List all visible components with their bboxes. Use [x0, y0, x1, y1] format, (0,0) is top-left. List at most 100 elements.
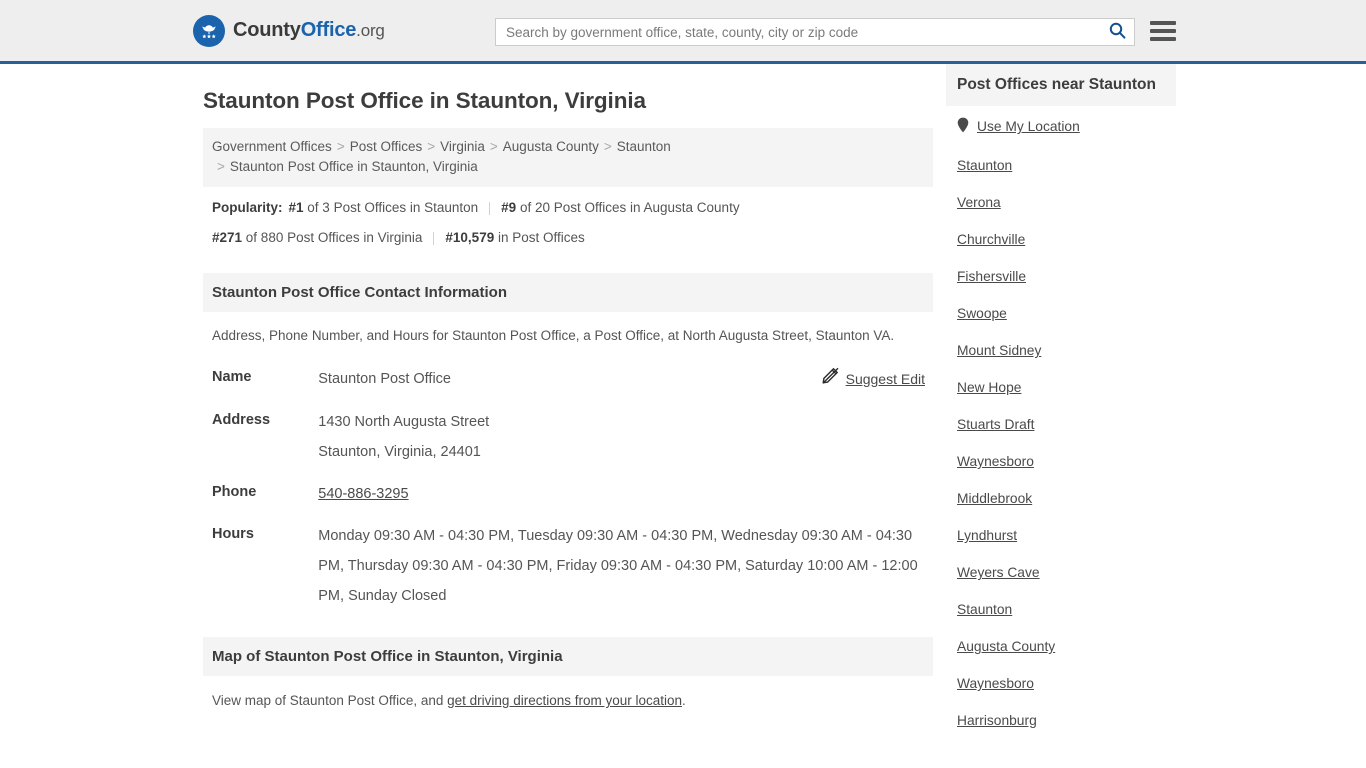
hamburger-menu-icon[interactable]: [1150, 18, 1176, 44]
row-value-phone: 540-886-3295: [318, 473, 933, 515]
sidebar: Post Offices near Staunton Use My Locati…: [946, 64, 1176, 739]
table-row: Name Staunton Post Office Suggest Edit: [203, 358, 933, 401]
breadcrumb: Government Offices > Post Offices > Virginia…: [203, 128, 933, 187]
sidebar-item-mount-sidney[interactable]: Mount Sidney: [957, 343, 1041, 358]
row-label-address: Address: [212, 412, 271, 428]
list-item: Middlebrook: [946, 480, 1176, 517]
row-label-phone: Phone: [212, 484, 257, 500]
sidebar-item-middlebrook[interactable]: Middlebrook: [957, 491, 1032, 506]
popularity-item-0: #1 of 3 Post Offices in Staunton: [289, 200, 479, 215]
menu-bar-3: [1150, 37, 1176, 41]
breadcrumb-separator: >: [217, 159, 225, 174]
sidebar-item-swoope[interactable]: Swoope: [957, 306, 1007, 321]
brand-word-county: County: [233, 19, 301, 41]
popularity-label: Popularity:: [212, 200, 283, 215]
sidebar-item-new-hope[interactable]: New Hope: [957, 380, 1021, 395]
row-value-address: 1430 North Augusta Street Staunton, Virg…: [318, 401, 933, 473]
list-item-use-my-location: Use My Location: [946, 106, 1176, 147]
breadcrumb-item-4[interactable]: Staunton: [617, 139, 671, 154]
sidebar-item-lyndhurst[interactable]: Lyndhurst: [957, 528, 1017, 543]
menu-bar-2: [1150, 29, 1176, 33]
list-item: Harrisonburg: [946, 702, 1176, 739]
list-item: Staunton: [946, 147, 1176, 184]
map-note-prefix: View map of Staunton Post Office, and: [212, 693, 448, 708]
suggest-edit-label: Suggest Edit: [845, 371, 925, 387]
breadcrumb-item-2[interactable]: Virginia: [440, 139, 485, 154]
list-item: Waynesboro: [946, 665, 1176, 702]
address-line-1: 1430 North Augusta Street: [318, 414, 490, 430]
breadcrumb-item-1[interactable]: Post Offices: [350, 139, 423, 154]
table-row: Hours Monday 09:30 AM - 04:30 PM, Tuesda…: [203, 515, 933, 617]
list-item: Stuarts Draft: [946, 406, 1176, 443]
popularity-ranks: Popularity: #1 of 3 Post Offices in Staun…: [203, 187, 933, 253]
contact-section-description: Address, Phone Number, and Hours for Sta…: [212, 328, 895, 343]
sidebar-item-staunton[interactable]: Staunton: [957, 158, 1012, 173]
popularity-rank-3: #10,579: [445, 230, 495, 245]
sidebar-item-harrisonburg[interactable]: Harrisonburg: [957, 713, 1037, 728]
sidebar-item-augusta-county[interactable]: Augusta County: [957, 639, 1055, 654]
breadcrumb-item-current: Staunton Post Office in Staunton, Virgin…: [229, 159, 478, 174]
table-row: Phone 540-886-3295: [203, 473, 933, 515]
sidebar-item-staunton-2[interactable]: Staunton: [957, 602, 1012, 617]
brand-word-org: .org: [356, 21, 385, 40]
menu-bar-1: [1150, 21, 1176, 25]
page-title: Staunton Post Office in Staunton, Virgin…: [203, 88, 646, 113]
site-header: CountyOffice.org: [0, 0, 1366, 64]
popularity-item-3: #10,579 in Post Offices: [445, 230, 584, 245]
list-item: Verona: [946, 184, 1176, 221]
brand-wordmark: CountyOffice.org: [233, 19, 385, 42]
page-body: Staunton Post Office in Staunton, Virgin…: [0, 64, 1366, 739]
list-item: Swoope: [946, 295, 1176, 332]
site-logo-link[interactable]: CountyOffice.org: [193, 14, 385, 47]
list-item: Weyers Cave: [946, 554, 1176, 591]
sidebar-item-weyers-cave[interactable]: Weyers Cave: [957, 565, 1040, 580]
contact-section-heading: Staunton Post Office Contact Information: [203, 273, 933, 312]
pencil-edit-icon: [822, 364, 839, 394]
sidebar-heading: Post Offices near Staunton: [946, 64, 1176, 106]
map-section-note: View map of Staunton Post Office, and ge…: [203, 676, 933, 711]
driving-directions-link[interactable]: get driving directions from your locatio…: [447, 693, 682, 708]
sidebar-item-churchville[interactable]: Churchville: [957, 232, 1025, 247]
sidebar-item-stuarts-draft[interactable]: Stuarts Draft: [957, 417, 1034, 432]
map-note-suffix: .: [682, 693, 686, 708]
sidebar-item-waynesboro-2[interactable]: Waynesboro: [957, 676, 1034, 691]
search-button[interactable]: [1100, 19, 1134, 45]
phone-number-link[interactable]: 540-886-3295: [318, 486, 408, 502]
suggest-edit-button[interactable]: Suggest Edit: [822, 364, 925, 394]
list-item: Staunton: [946, 591, 1176, 628]
popularity-text-3: in Post Offices: [494, 230, 585, 245]
breadcrumb-item-0[interactable]: Government Offices: [212, 139, 332, 154]
breadcrumb-separator: >: [427, 139, 436, 154]
popularity-divider: [433, 232, 435, 246]
breadcrumb-separator: >: [489, 139, 498, 154]
sidebar-item-fishersville[interactable]: Fishersville: [957, 269, 1026, 284]
map-section: Map of Staunton Post Office in Staunton,…: [203, 637, 933, 711]
list-item: Augusta County: [946, 628, 1176, 665]
popularity-item-2: #271 of 880 Post Offices in Virginia: [212, 230, 422, 245]
row-value-name: Staunton Post Office: [318, 371, 451, 387]
map-pin-icon: [957, 117, 969, 136]
popularity-rank-2: #271: [212, 230, 243, 245]
sidebar-item-waynesboro[interactable]: Waynesboro: [957, 454, 1034, 469]
list-item: Waynesboro: [946, 443, 1176, 480]
search-icon: [1109, 22, 1126, 42]
breadcrumb-separator: >: [336, 139, 345, 154]
use-my-location-link[interactable]: Use My Location: [977, 119, 1080, 134]
main-content: Staunton Post Office in Staunton, Virgin…: [203, 64, 933, 711]
list-item: Churchville: [946, 221, 1176, 258]
row-value-hours: Monday 09:30 AM - 04:30 PM, Tuesday 09:3…: [318, 528, 918, 604]
breadcrumb-item-3[interactable]: Augusta County: [503, 139, 599, 154]
eagle-seal-icon: [193, 14, 225, 47]
table-row: Address 1430 North Augusta Street Staunt…: [203, 401, 933, 473]
list-item: Lyndhurst: [946, 517, 1176, 554]
suggest-edit-cell: Suggest Edit: [822, 358, 933, 401]
address-line-2: Staunton, Virginia, 24401: [318, 444, 481, 460]
list-item: Mount Sidney: [946, 332, 1176, 369]
use-my-location-row: Use My Location: [957, 117, 1176, 136]
sidebar-item-verona[interactable]: Verona: [957, 195, 1001, 210]
contact-information-section: Staunton Post Office Contact Information…: [203, 273, 933, 617]
search-input[interactable]: [496, 19, 1100, 45]
breadcrumb-separator: >: [603, 139, 612, 154]
contact-details-table: Name Staunton Post Office Suggest Edit A…: [203, 358, 933, 617]
brand-word-office: Office: [300, 19, 357, 41]
